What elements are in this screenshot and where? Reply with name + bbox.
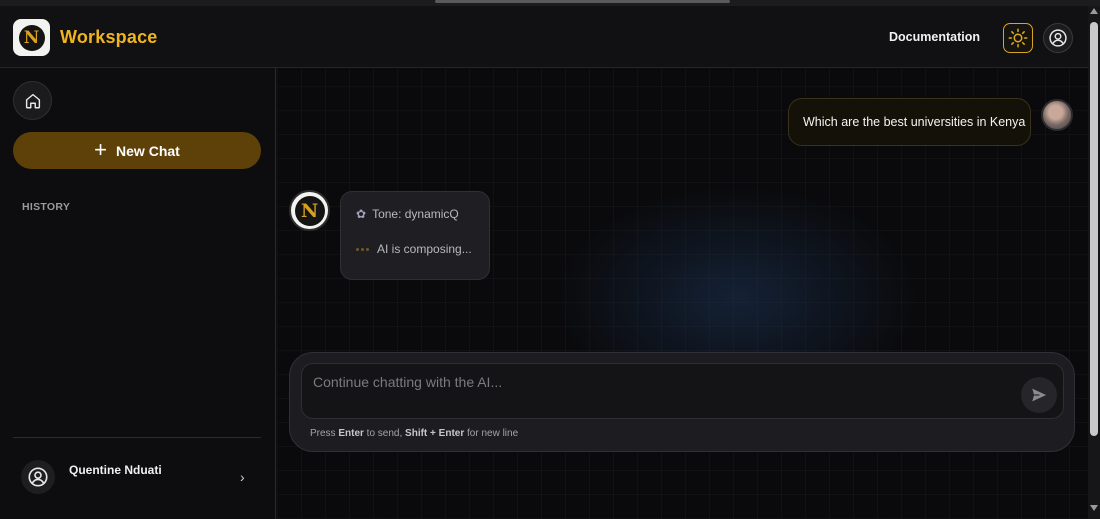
new-chat-button[interactable]: + New Chat [13, 132, 261, 169]
user-circle-icon [1049, 29, 1067, 47]
send-icon [1032, 388, 1047, 402]
ai-logo-letter: N [294, 195, 325, 226]
brand-title: Workspace [60, 27, 158, 47]
user-circle-icon [28, 467, 48, 487]
user-message-text: Which are the best universities in Kenya [803, 115, 1026, 129]
ai-avatar: N [289, 190, 330, 231]
composing-label: AI is composing... [377, 242, 472, 256]
user-photo-avatar [1041, 99, 1073, 131]
home-icon [25, 93, 40, 108]
typing-dots-icon [356, 247, 369, 251]
tone-indicator: ✿ Tone: dynamicQ [356, 207, 459, 221]
user-name: Quentine Nduati [69, 463, 162, 477]
ai-response-card: ✿ Tone: dynamicQ AI is composing... [340, 191, 490, 280]
top-header: N Workspace Documentation [0, 6, 1088, 68]
scroll-up-arrow-icon[interactable] [1090, 8, 1098, 14]
documentation-link[interactable]: Documentation [889, 30, 980, 44]
new-chat-label: New Chat [116, 142, 180, 159]
chevron-right-icon[interactable]: › [240, 469, 245, 485]
composing-status: AI is composing... [356, 242, 472, 256]
gear-icon: ✿ [356, 207, 367, 221]
send-button[interactable] [1021, 377, 1057, 413]
history-heading: HISTORY [22, 201, 71, 213]
sun-icon [1008, 28, 1028, 48]
user-profile-row[interactable]: Quentine Nduati › [13, 448, 261, 504]
logo-letter: N [18, 24, 45, 51]
hint-new-line: for new line [464, 428, 519, 439]
home-button[interactable] [13, 81, 52, 120]
hint-to-send: to send, [363, 428, 406, 439]
tab-bar-indicator [435, 0, 730, 3]
user-message-bubble: Which are the best universities in Kenya [788, 98, 1031, 146]
scroll-down-arrow-icon[interactable] [1090, 505, 1098, 511]
user-avatar [21, 460, 55, 494]
tone-label: Tone: dynamicQ [372, 207, 459, 221]
scrollbar-thumb[interactable] [1090, 22, 1098, 436]
sidebar-divider [13, 437, 261, 438]
chat-area: Which are the best universities in Kenya… [277, 68, 1088, 519]
chat-input[interactable] [313, 372, 1003, 392]
hint-press: Press [310, 428, 339, 439]
chat-input-box[interactable] [301, 363, 1064, 419]
app-logo[interactable]: N [13, 19, 50, 56]
sidebar: + New Chat HISTORY Quentine Nduati › [0, 68, 276, 519]
theme-toggle-button[interactable] [1003, 23, 1033, 53]
keyboard-hint: Press Enter to send, Shift + Enter for n… [310, 428, 518, 439]
plus-icon: + [94, 136, 108, 162]
hint-enter-key: Enter [338, 428, 364, 439]
message-composer: Press Enter to send, Shift + Enter for n… [289, 352, 1075, 452]
account-button[interactable] [1043, 23, 1073, 53]
hint-shift-enter-key: Shift + Enter [405, 428, 465, 439]
